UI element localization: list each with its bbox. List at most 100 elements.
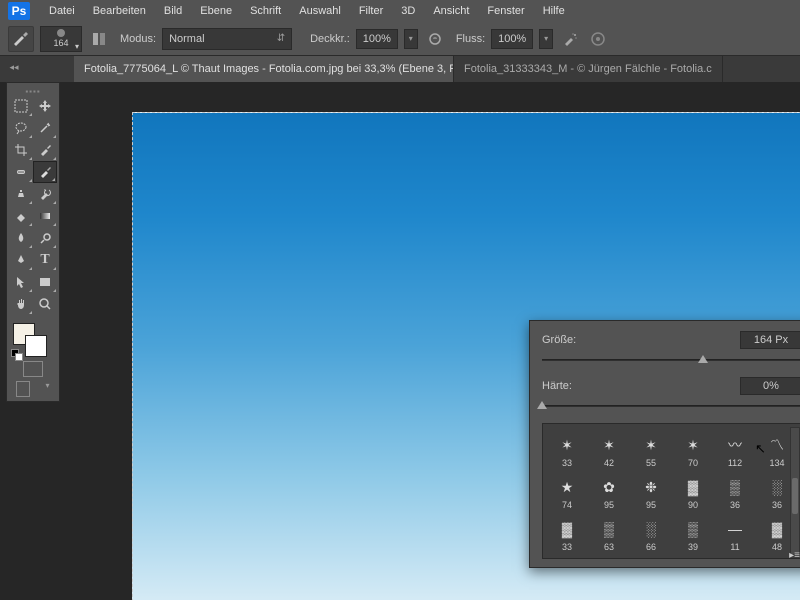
screenmode-icon[interactable] [16, 381, 30, 397]
preset-size-label: 134 [769, 458, 784, 468]
brush-preset[interactable]: —11 [715, 512, 755, 552]
canvas-area: ✲ ◪ Größe: 164 Px Härte: 0% ✶33✶42✶55✶70… [74, 82, 800, 600]
menu-datei[interactable]: Datei [40, 5, 84, 17]
preset-size-label: 39 [688, 542, 698, 552]
preset-size-label: 11 [730, 542, 739, 552]
blur-tool[interactable] [9, 227, 33, 249]
brush-tool[interactable] [33, 161, 57, 183]
eraser-tool[interactable] [9, 205, 33, 227]
preset-scrollbar[interactable] [790, 427, 800, 555]
flow-label: Fluss: [456, 33, 485, 45]
flow-input[interactable]: 100% [491, 29, 533, 49]
brush-size-input[interactable]: 164 Px [740, 331, 800, 349]
menu-hilfe[interactable]: Hilfe [534, 5, 574, 17]
color-swatches[interactable] [9, 321, 57, 359]
marquee-tool[interactable] [9, 95, 33, 117]
brush-preset[interactable]: ░66 [631, 512, 671, 552]
preset-size-label: 33 [562, 458, 572, 468]
preset-preview: ✶ [553, 432, 581, 458]
brush-preset[interactable]: ❉95 [631, 470, 671, 510]
path-selection-tool[interactable] [9, 271, 33, 293]
zoom-tool[interactable] [33, 293, 57, 315]
default-colors-icon[interactable] [11, 349, 21, 359]
preset-size-label: 90 [688, 500, 698, 510]
preset-preview: ● [637, 558, 665, 559]
magic-wand-tool[interactable] [33, 117, 57, 139]
menu-schrift[interactable]: Schrift [241, 5, 290, 17]
preset-size-label: 36 [730, 500, 740, 510]
preset-preview: ★ [553, 474, 581, 500]
lasso-tool[interactable] [9, 117, 33, 139]
brush-preset[interactable]: ●32 [547, 554, 587, 559]
dodge-tool[interactable] [33, 227, 57, 249]
hand-tool[interactable] [9, 293, 33, 315]
toolbox-grip[interactable]: ▪▪▪▪ [9, 87, 57, 95]
brush-preset[interactable]: ●100 [631, 554, 671, 559]
brush-presets-grid: ✶33✶42✶55✶70〰112〽134★74✿95❉95▓90▒36░36▓3… [542, 423, 800, 559]
document-tab[interactable]: Fotolia_31333343_M - © Jürgen Fälchle - … [454, 56, 723, 82]
screenmode-dropdown-icon[interactable]: ▾ [45, 381, 49, 397]
history-brush-tool[interactable] [33, 183, 57, 205]
rectangle-tool[interactable] [33, 271, 57, 293]
brush-preset[interactable]: ✶70 [673, 428, 713, 468]
brush-preset[interactable]: ▓33 [547, 512, 587, 552]
brush-preset[interactable]: 〰112 [715, 428, 755, 468]
crop-tool[interactable] [9, 139, 33, 161]
brush-preset[interactable]: ▒36 [715, 470, 755, 510]
brush-preset[interactable]: ✿95 [589, 470, 629, 510]
blend-mode-select[interactable]: Normal [162, 28, 292, 50]
opacity-input[interactable]: 100% [356, 29, 398, 49]
panel-expander-icon[interactable]: ◂◂ [6, 62, 22, 72]
brush-preset[interactable]: ★74 [547, 470, 587, 510]
brush-preset[interactable]: ▒39 [673, 512, 713, 552]
brush-size-slider[interactable] [542, 353, 800, 367]
brush-preset[interactable]: ▓90 [673, 470, 713, 510]
brush-preset[interactable]: ●55 [589, 554, 629, 559]
menu-bearbeiten[interactable]: Bearbeiten [84, 5, 155, 17]
type-tool[interactable]: T [33, 249, 57, 271]
flow-dropdown[interactable]: ▾ [539, 29, 553, 49]
menu-fenster[interactable]: Fenster [478, 5, 533, 17]
menu-3d[interactable]: 3D [392, 5, 424, 17]
eyedropper-tool[interactable] [33, 139, 57, 161]
pen-tool[interactable] [9, 249, 33, 271]
preset-size-label: 70 [688, 458, 698, 468]
brush-preset[interactable]: ✶55 [631, 428, 671, 468]
opacity-pressure-icon[interactable] [424, 28, 446, 50]
app-logo[interactable]: Ps [8, 2, 30, 20]
brush-preset[interactable]: ●23 [673, 554, 713, 559]
menu-auswahl[interactable]: Auswahl [290, 5, 350, 17]
brush-panel-toggle[interactable] [88, 28, 110, 50]
size-pressure-icon[interactable] [587, 28, 609, 50]
preset-preview: ✶ [679, 432, 707, 458]
preset-size-label: 112 [728, 458, 742, 468]
document-tab[interactable]: Fotolia_7775064_L © Thaut Images - Fotol… [74, 56, 454, 82]
tool-preset-picker[interactable] [8, 26, 34, 52]
menu-bild[interactable]: Bild [155, 5, 191, 17]
healing-brush-tool[interactable] [9, 161, 33, 183]
menu-ebene[interactable]: Ebene [191, 5, 241, 17]
brush-size-label: Größe: [542, 334, 576, 346]
background-swatch[interactable] [25, 335, 47, 357]
brush-hardness-slider[interactable] [542, 399, 800, 413]
preset-preview: ● [595, 558, 623, 559]
brush-hardness-input[interactable]: 0% [740, 377, 800, 395]
opacity-dropdown[interactable]: ▾ [404, 29, 418, 49]
brush-preset[interactable]: ✶42 [589, 428, 629, 468]
gradient-tool[interactable] [33, 205, 57, 227]
preset-menu-icon[interactable]: ▸≡ [789, 550, 800, 561]
preset-size-label: 55 [646, 458, 656, 468]
menubar: Ps DateiBearbeitenBildEbeneSchriftAuswah… [0, 0, 800, 22]
preset-size-label: 33 [562, 542, 572, 552]
brush-preset[interactable]: ▒63 [589, 512, 629, 552]
brush-preset[interactable]: ✶33 [547, 428, 587, 468]
quickmask-icon[interactable] [23, 361, 43, 377]
move-tool[interactable] [33, 95, 57, 117]
preset-size-label: 95 [646, 500, 656, 510]
preset-preview: ▒ [679, 516, 707, 542]
brush-preset-picker[interactable]: 164 [40, 26, 82, 52]
clone-stamp-tool[interactable] [9, 183, 33, 205]
menu-ansicht[interactable]: Ansicht [424, 5, 478, 17]
airbrush-icon[interactable] [559, 28, 581, 50]
menu-filter[interactable]: Filter [350, 5, 392, 17]
